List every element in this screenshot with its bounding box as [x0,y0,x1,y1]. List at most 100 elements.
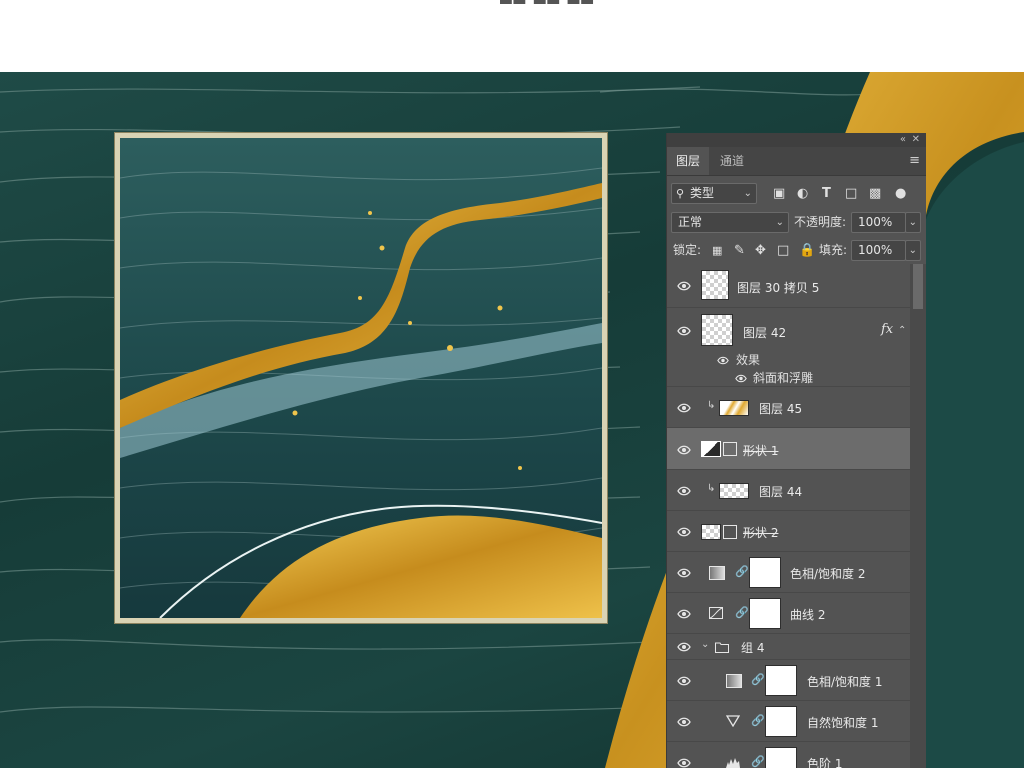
lock-transparent-icon[interactable]: ▦ [712,240,722,261]
layer-name: 色相/饱和度 2 [790,567,866,581]
filter-kind-select[interactable]: ⚲ 类型 ⌄ [671,183,757,204]
lock-artboard-icon[interactable]: □ [777,240,789,261]
eye-icon[interactable] [677,527,691,537]
eye-icon[interactable] [677,326,691,336]
effect-bevel-emboss[interactable]: 斜面和浮雕 [753,369,813,386]
layer-row[interactable]: 🔗 色阶 1 [667,742,910,768]
panel-tabs: 图层 通道 ≡ [667,147,926,176]
fill-value: 100% [858,243,893,257]
adjustment-filter-icon[interactable]: ◐ [797,183,808,204]
scrollbar-thumb[interactable] [913,264,923,309]
layer-mask-thumbnail [749,557,781,588]
layer-name: 形状 1 [743,444,779,458]
layer-thumbnail [701,314,733,346]
tab-layers[interactable]: 图层 [667,147,710,175]
expand-effects-icon[interactable]: ⌃ [898,325,906,336]
eye-icon[interactable] [677,609,691,619]
eye-icon[interactable] [677,758,691,768]
type-filter-icon[interactable]: T [822,183,831,204]
cut-off-heading: ██ ██ ██ [500,0,660,4]
collapse-panel-icon[interactable]: « [900,133,906,147]
layer-row[interactable]: 🔗 自然饱和度 1 [667,701,910,742]
blend-mode-value: 正常 [678,215,703,229]
chevron-down-icon[interactable]: ⌄ [701,639,709,650]
layer-mask-thumbnail [765,706,797,737]
image-filter-icon[interactable]: ▣ [773,183,785,204]
eye-icon[interactable] [677,445,691,455]
group-row[interactable]: ⌄ 组 4 [667,634,910,660]
vector-mask-icon [723,525,737,539]
opacity-value: 100% [858,215,893,229]
lock-move-icon[interactable]: ✥ [755,240,766,261]
chevron-down-icon: ⌄ [743,188,752,199]
layer-name: 图层 30 拷贝 5 [737,281,820,295]
layer-row[interactable]: 形状 1 [667,428,910,470]
folder-icon [715,641,729,653]
chevron-down-icon: ⌄ [908,245,917,256]
layer-row[interactable]: 图层 30 拷贝 5 [667,264,910,308]
eye-icon[interactable] [677,486,691,496]
tab-channels[interactable]: 通道 [711,147,753,175]
shape-thumbnail [701,441,721,457]
layer-name: 图层 42 [743,326,787,340]
opacity-field[interactable]: 100% [851,212,906,233]
smart-object-filter-icon[interactable]: ▩ [869,183,881,204]
layer-row[interactable]: 图层 42 fx ⌃ 效果 斜面和浮雕 [667,308,910,387]
lock-label: 锁定: [673,243,702,257]
layer-row[interactable]: ↳ 图层 44 [667,470,910,511]
layer-name: 自然饱和度 1 [807,716,879,730]
eye-icon[interactable] [677,403,691,413]
layer-row[interactable]: 🔗 色相/饱和度 1 [667,660,910,701]
eye-icon[interactable] [717,356,731,366]
vibrance-icon [725,715,741,728]
layers-list: 图层 30 拷贝 5 图层 42 fx ⌃ 效果 斜面和浮雕 ↳ 图层 45 形… [667,264,926,768]
blend-mode-select[interactable]: 正常 ⌄ [671,212,789,233]
opacity-dropdown[interactable]: ⌄ [905,212,921,233]
artwork-painting [120,138,602,618]
eye-icon[interactable] [735,374,749,384]
eye-icon[interactable] [677,676,691,686]
link-icon[interactable]: 🔗 [735,606,749,619]
layer-row[interactable]: 🔗 色相/饱和度 2 [667,552,910,593]
layer-name: 色相/饱和度 1 [807,675,883,689]
layer-row[interactable]: ↳ 图层 45 [667,387,910,428]
lock-row: 锁定: ▦ ✎ ✥ □ 🔒 填充: 100% ⌄ [667,240,926,261]
panel-menu-icon[interactable]: ≡ [909,147,920,175]
panel-titlebar: « ✕ [667,133,926,147]
hue-saturation-icon [726,674,742,688]
layer-row[interactable]: 🔗 曲线 2 [667,593,910,634]
effects-label: 效果 [736,353,761,367]
lock-all-icon[interactable]: 🔒 [799,240,815,261]
layer-thumbnail [719,483,749,499]
framed-artwork [115,133,607,623]
layer-name: 色阶 1 [807,757,843,768]
fill-label: 填充: [819,243,848,257]
eye-icon[interactable] [677,717,691,727]
fx-icon[interactable]: fx [881,322,893,337]
fill-dropdown[interactable]: ⌄ [905,240,921,261]
link-icon[interactable]: 🔗 [751,755,765,768]
eye-icon[interactable] [677,281,691,291]
link-icon[interactable]: 🔗 [751,673,765,686]
toggle-filter-icon[interactable]: ● [895,183,906,204]
layers-scrollbar[interactable] [910,264,926,768]
eye-icon[interactable] [677,568,691,578]
link-icon[interactable]: 🔗 [751,714,765,727]
blend-row: 正常 ⌄ 不透明度: 100% ⌄ [667,212,926,233]
lock-paint-icon[interactable]: ✎ [734,240,745,261]
fill-field[interactable]: 100% [851,240,906,261]
layer-mask-thumbnail [765,665,797,696]
search-icon: ⚲ [676,187,685,200]
filter-row: ⚲ 类型 ⌄ ▣ ◐ T □ ▩ ● [667,183,926,204]
layer-mask-thumbnail [765,747,797,768]
hue-saturation-icon [709,566,725,580]
layer-row[interactable]: 形状 2 [667,511,910,552]
layer-thumbnail [701,270,729,300]
group-name: 组 4 [741,641,765,655]
close-panel-icon[interactable]: ✕ [912,133,920,147]
vector-mask-icon [723,442,737,456]
link-icon[interactable]: 🔗 [735,565,749,578]
shape-filter-icon[interactable]: □ [845,183,857,204]
layer-mask-thumbnail [749,598,781,629]
eye-icon[interactable] [677,642,691,652]
